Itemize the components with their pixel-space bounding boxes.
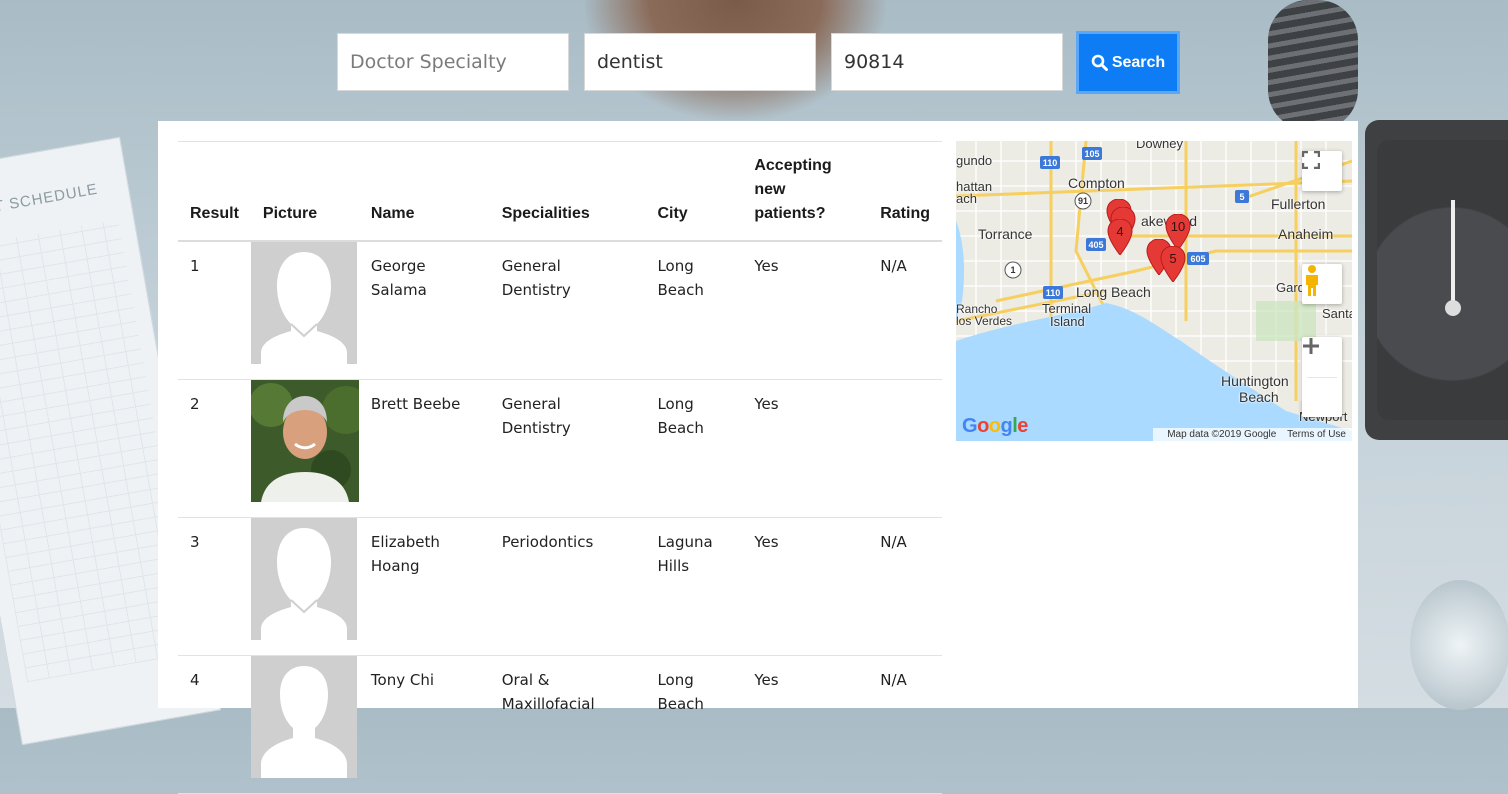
map-marker-5[interactable]: 5 — [1160, 246, 1186, 282]
map-label-palos: los Verdes — [956, 314, 1013, 328]
cell-rating: N/A — [880, 532, 907, 551]
col-result: Result — [190, 205, 239, 222]
cell-result: 3 — [190, 532, 200, 551]
cell-name[interactable]: Tony Chi — [359, 655, 490, 793]
shield-605: 605 — [1190, 254, 1205, 264]
cell-accepting: Yes — [754, 257, 779, 275]
background-gauge — [1365, 120, 1508, 440]
col-specialities: Specialities — [501, 205, 590, 222]
cell-city: Laguna Hills — [657, 532, 713, 575]
map-attribution: Map data ©2019 Google Terms of Use — [1153, 428, 1352, 441]
cell-name[interactable]: Brett Beebe — [359, 379, 490, 517]
map-data-text: Map data ©2019 Google — [1167, 429, 1277, 440]
cell-speciality: Periodontics — [501, 532, 594, 551]
map-label-ach: ach — [956, 191, 977, 206]
avatar-placeholder-icon — [250, 517, 357, 640]
fullscreen-button[interactable] — [1302, 151, 1342, 191]
cell-name[interactable]: Elizabeth Hoang — [359, 517, 490, 655]
map-label-downey: Downey — [1136, 141, 1183, 151]
keyword-input[interactable] — [584, 33, 816, 91]
cell-result: 1 — [190, 257, 200, 275]
col-picture: Picture — [262, 205, 318, 222]
shield-405: 405 — [1088, 240, 1103, 250]
table-row[interactable]: 1 George Salama General Dentistry Long B… — [178, 241, 942, 379]
cell-accepting: Yes — [754, 394, 779, 413]
map-label-torrance: Torrance — [978, 226, 1033, 242]
shield-1: 1 — [1010, 265, 1015, 275]
map-label-beach: Beach — [1239, 389, 1279, 405]
table-header-row: Result Picture Name Specialities City Ac… — [178, 141, 942, 241]
map-label-gundo: gundo — [956, 153, 993, 168]
specialty-input[interactable] — [337, 33, 569, 91]
map-marker-4[interactable]: 4 — [1107, 219, 1133, 255]
map-label-huntington: Huntington — [1221, 373, 1289, 389]
cell-speciality: General Dentistry — [501, 394, 571, 437]
cell-name[interactable]: George Salama — [359, 241, 490, 379]
shield-110: 110 — [1043, 158, 1058, 168]
fullscreen-icon — [1302, 151, 1320, 169]
table-row[interactable]: 4 Tony Chi Oral & Maxillofacial Long Bea… — [178, 655, 942, 793]
zoom-out-button[interactable] — [1302, 344, 1342, 417]
col-city: City — [657, 205, 688, 222]
results-table-wrap: Result Picture Name Specialities City Ac… — [178, 141, 942, 794]
cell-speciality: General Dentistry — [501, 257, 571, 299]
table-row[interactable]: 2 Brett Beebe General Dentistry Long Bea… — [178, 379, 942, 517]
shield-5: 5 — [1239, 192, 1244, 202]
background-bottle — [1410, 580, 1508, 710]
search-button[interactable]: Search — [1076, 31, 1180, 94]
cell-city: Long Beach — [657, 670, 704, 713]
col-accepting: Accepting new patients? — [754, 157, 832, 222]
background-cord — [1268, 0, 1358, 130]
results-map[interactable]: 105 110 91 5 405 605 1 110 Downey gundo … — [956, 141, 1352, 441]
clipboard-text: PORT SCHEDULE — [0, 180, 100, 222]
col-rating: Rating — [880, 205, 930, 222]
cell-rating: N/A — [880, 670, 907, 689]
cell-city: Long Beach — [657, 394, 704, 437]
search-button-label: Search — [1111, 53, 1166, 71]
street-view-button[interactable] — [1302, 264, 1342, 304]
map-label-compton: Compton — [1068, 175, 1125, 191]
cell-rating — [868, 379, 942, 517]
cell-rating: N/A — [880, 257, 907, 275]
map-label-anaheim: Anaheim — [1278, 226, 1334, 242]
cell-result: 4 — [190, 670, 200, 689]
cell-speciality: Oral & Maxillofacial — [501, 670, 595, 713]
results-panel: Result Picture Name Specialities City Ac… — [158, 121, 1358, 793]
map-label-long-beach: Long Beach — [1076, 284, 1151, 300]
zip-input[interactable] — [831, 33, 1063, 91]
shield-105: 105 — [1084, 149, 1099, 159]
results-table: Result Picture Name Specialities City Ac… — [178, 141, 942, 794]
avatar-placeholder-icon — [250, 655, 357, 778]
doctor-photo — [250, 379, 359, 502]
map-label-fullerton: Fullerton — [1271, 196, 1326, 212]
table-row[interactable]: 3 Elizabeth Hoang Periodontics Laguna Hi… — [178, 517, 942, 655]
shield-110b: 110 — [1046, 288, 1061, 298]
google-logo[interactable]: Google — [962, 415, 1028, 438]
search-icon — [1091, 54, 1108, 71]
cell-result: 2 — [190, 394, 200, 413]
pegman-icon — [1306, 265, 1318, 296]
cell-city: Long Beach — [657, 257, 704, 299]
zoom-controls — [1302, 337, 1342, 417]
terms-link[interactable]: Terms of Use — [1287, 429, 1346, 440]
map-label-santa: Santa — [1322, 306, 1352, 321]
shield-91: 91 — [1078, 196, 1088, 206]
avatar-placeholder-icon — [250, 242, 357, 364]
col-name: Name — [370, 205, 415, 222]
cell-accepting: Yes — [754, 670, 779, 689]
cell-accepting: Yes — [754, 532, 779, 551]
map-label-island: Island — [1050, 314, 1085, 329]
zoom-out-icon — [1303, 344, 1319, 348]
